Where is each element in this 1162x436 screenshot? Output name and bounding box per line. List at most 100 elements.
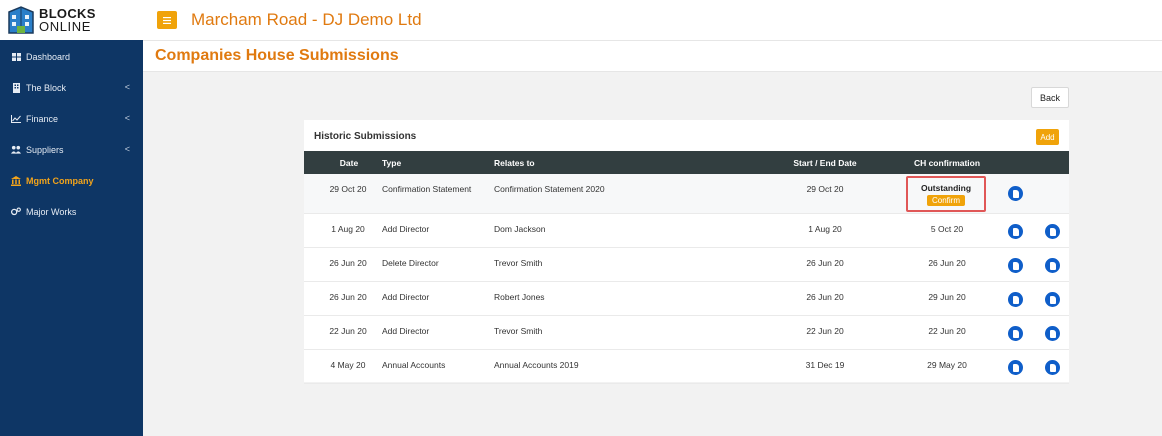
- cell-ch-confirmation: 5 Oct 20: [930, 224, 964, 234]
- sidebar-item-dashboard[interactable]: Dashboard: [0, 41, 143, 72]
- page-title: Companies House Submissions: [155, 47, 399, 64]
- cell-type: Annual Accounts: [382, 360, 446, 370]
- cell-date: 22 Jun 20: [329, 326, 367, 336]
- cell-ch-confirmation: 29 May 20: [927, 360, 967, 370]
- cell-start-end-date: 1 Aug 20: [808, 224, 842, 234]
- document-icon: [1012, 261, 1019, 270]
- cell-type: Add Director: [382, 326, 430, 336]
- cell-relates-to: Trevor Smith: [494, 258, 543, 268]
- users-icon: [11, 145, 21, 155]
- document-button[interactable]: [1008, 292, 1023, 307]
- document-icon: [1049, 295, 1056, 304]
- cell-type: Add Director: [382, 292, 430, 302]
- table-row[interactable]: 22 Jun 20 Add Director Trevor Smith 22 J…: [304, 316, 1069, 350]
- confirm-button[interactable]: Confirm: [926, 194, 965, 206]
- document-icon: [1012, 329, 1019, 338]
- cell-date: 26 Jun 20: [329, 292, 367, 302]
- sidebar-item-suppliers[interactable]: Suppliers <: [0, 134, 143, 165]
- cell-ch-confirmation: 26 Jun 20: [928, 258, 966, 268]
- document-button[interactable]: [1045, 326, 1060, 341]
- sidebar-item-finance[interactable]: Finance <: [0, 103, 143, 134]
- chevron-left-icon: <: [124, 113, 130, 123]
- column-header-start-end-date[interactable]: Start / End Date: [784, 158, 866, 168]
- table-header: Date Type Relates to Start / End Date CH…: [304, 151, 1069, 174]
- cell-ch-confirmation: 29 Jun 20: [928, 292, 966, 302]
- document-button[interactable]: [1045, 224, 1060, 239]
- cell-date: 4 May 20: [330, 360, 366, 370]
- table-row[interactable]: 4 May 20 Annual Accounts Annual Accounts…: [304, 350, 1069, 384]
- document-button[interactable]: [1008, 224, 1023, 239]
- document-button[interactable]: [1008, 360, 1023, 375]
- document-icon: [1049, 363, 1056, 372]
- logo-line2: ONLINE: [39, 19, 92, 34]
- line-chart-icon: [11, 114, 21, 124]
- document-button[interactable]: [1008, 186, 1023, 201]
- outstanding-status: Outstanding Confirm: [906, 176, 986, 212]
- chevron-left-icon: <: [124, 82, 130, 92]
- sidebar-item-major-works[interactable]: Major Works: [0, 196, 143, 227]
- document-button[interactable]: [1008, 326, 1023, 341]
- outstanding-label: Outstanding: [920, 182, 972, 193]
- sidebar-item-the-block[interactable]: The Block <: [0, 72, 143, 103]
- grid-icon: [11, 52, 21, 62]
- add-button[interactable]: Add: [1036, 129, 1059, 145]
- cell-type: Add Director: [382, 224, 430, 234]
- column-header-date[interactable]: Date: [329, 158, 369, 168]
- sidebar-item-label: Suppliers: [26, 144, 64, 155]
- sidebar-item-mgmt-company[interactable]: Mgmt Company: [0, 165, 143, 196]
- table-row[interactable]: 1 Aug 20 Add Director Dom Jackson 1 Aug …: [304, 214, 1069, 248]
- column-header-relates-to[interactable]: Relates to: [494, 158, 535, 168]
- building-icon: [11, 82, 21, 93]
- bank-icon: [11, 175, 21, 186]
- cell-start-end-date: 29 Oct 20: [806, 184, 844, 194]
- cell-start-end-date: 26 Jun 20: [806, 292, 844, 302]
- sidebar-nav: Dashboard The Block < Finance < Supplier…: [0, 41, 143, 227]
- logo-building-icon: [6, 4, 36, 36]
- document-icon: [1049, 227, 1056, 236]
- top-header: Marcham Road - DJ Demo Ltd: [143, 0, 1162, 40]
- historic-submissions-panel: Historic Submissions Add Date Type Relat…: [304, 120, 1069, 384]
- cell-type: Confirmation Statement: [382, 184, 472, 194]
- cell-start-end-date: 26 Jun 20: [806, 258, 844, 268]
- cell-start-end-date: 22 Jun 20: [806, 326, 844, 336]
- sidebar-item-label: The Block: [26, 82, 67, 93]
- document-button[interactable]: [1045, 292, 1060, 307]
- page-title-bar: Companies House Submissions: [143, 40, 1162, 72]
- document-button[interactable]: [1045, 360, 1060, 375]
- column-header-ch-confirmation[interactable]: CH confirmation: [901, 158, 993, 168]
- document-icon: [1012, 363, 1019, 372]
- sidebar-item-label: Major Works: [26, 206, 77, 217]
- cell-ch-confirmation: 22 Jun 20: [928, 326, 966, 336]
- cell-start-end-date: 31 Dec 19: [805, 360, 845, 370]
- cell-date: 29 Oct 20: [329, 184, 367, 194]
- table-row[interactable]: 29 Oct 20 Confirmation Statement Confirm…: [304, 174, 1069, 214]
- document-icon: [1012, 189, 1019, 198]
- column-header-type[interactable]: Type: [382, 158, 401, 168]
- document-icon: [1012, 227, 1019, 236]
- cell-type: Delete Director: [382, 258, 439, 268]
- document-button[interactable]: [1008, 258, 1023, 273]
- logo[interactable]: BLOCKS ONLINE: [0, 0, 143, 40]
- document-icon: [1012, 295, 1019, 304]
- cell-relates-to: Trevor Smith: [494, 326, 543, 336]
- hamburger-icon: [163, 16, 171, 24]
- table-row[interactable]: 26 Jun 20 Add Director Robert Jones 26 J…: [304, 282, 1069, 316]
- panel-title: Historic Submissions: [314, 131, 417, 142]
- cell-date: 26 Jun 20: [329, 258, 367, 268]
- cogs-icon: [11, 207, 21, 217]
- cell-relates-to: Robert Jones: [494, 292, 545, 302]
- sidebar-item-label: Finance: [26, 113, 59, 124]
- sidebar: BLOCKS ONLINE Dashboard The Block < Fina…: [0, 0, 143, 436]
- table-row[interactable]: 26 Jun 20 Delete Director Trevor Smith 2…: [304, 248, 1069, 282]
- document-icon: [1049, 329, 1056, 338]
- back-button[interactable]: Back: [1031, 87, 1069, 108]
- cell-relates-to: Confirmation Statement 2020: [494, 184, 605, 194]
- cell-date: 1 Aug 20: [331, 224, 365, 234]
- header-title: Marcham Road - DJ Demo Ltd: [191, 10, 422, 29]
- menu-toggle-button[interactable]: [157, 11, 177, 29]
- cell-relates-to: Dom Jackson: [494, 224, 546, 234]
- submissions-table: Date Type Relates to Start / End Date CH…: [304, 151, 1069, 384]
- document-button[interactable]: [1045, 258, 1060, 273]
- chevron-left-icon: <: [124, 144, 130, 154]
- cell-relates-to: Annual Accounts 2019: [494, 360, 579, 370]
